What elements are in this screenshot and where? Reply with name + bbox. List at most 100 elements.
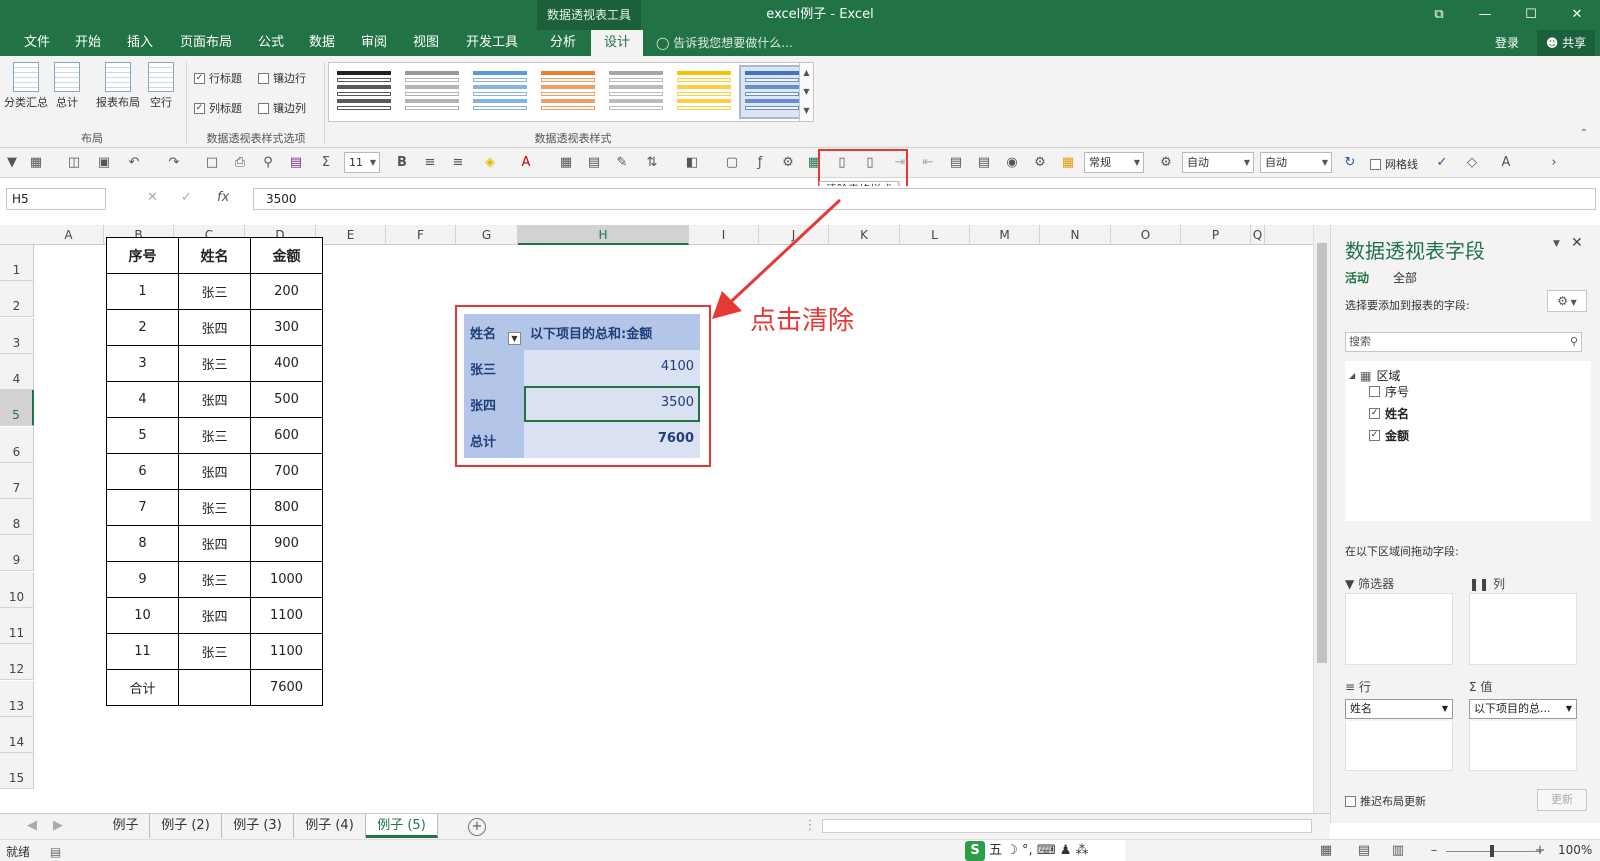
merge-icon[interactable]: ▤	[586, 155, 602, 171]
field-item[interactable]: ✓ 姓名	[1369, 405, 1409, 422]
style-swatch-blue-selected[interactable]	[739, 65, 805, 119]
zoom-level[interactable]: 100%	[1558, 843, 1592, 857]
checkbox-empty-icon[interactable]	[1369, 386, 1380, 397]
sort-icon[interactable]: ⇅	[644, 155, 660, 171]
table-header-cell[interactable]: 序号	[106, 237, 179, 274]
table-cell[interactable]: 1100	[250, 597, 323, 634]
rows-drop-area[interactable]	[1345, 721, 1453, 771]
horizontal-scrollbar[interactable]	[822, 819, 1312, 833]
gallery-up-icon[interactable]: ▲	[800, 63, 813, 82]
table-cell[interactable]: 600	[250, 417, 323, 454]
column-header[interactable]: N	[1040, 225, 1111, 245]
update-button[interactable]: 更新	[1537, 789, 1587, 811]
defer-update-option[interactable]: 推迟布局更新	[1345, 793, 1426, 809]
table-cell[interactable]: 1000	[250, 561, 323, 598]
table-cell[interactable]: 700	[250, 453, 323, 490]
tab-analyze[interactable]: 分析	[537, 30, 589, 56]
page-break-view-icon[interactable]: ▥	[1390, 843, 1406, 859]
login-link[interactable]: 登录	[1495, 30, 1519, 56]
row-header[interactable]: 13	[0, 680, 34, 717]
frame-icon[interactable]: ▢	[724, 155, 740, 171]
table-cell[interactable]: 5	[106, 417, 179, 454]
row-header[interactable]: 4	[0, 353, 34, 390]
table-cell[interactable]: 张三	[178, 417, 251, 454]
pivot-icon[interactable]: ◫	[66, 155, 82, 171]
splitter-icon[interactable]: ⋮	[802, 818, 818, 834]
align-left-icon[interactable]: ≡	[422, 155, 438, 171]
tab-data[interactable]: 数据	[296, 30, 348, 56]
column-header[interactable]: L	[900, 225, 970, 245]
table-header-cell[interactable]: 金额	[250, 237, 323, 274]
field-item[interactable]: ✓ 金额	[1369, 427, 1409, 444]
table-cell[interactable]	[178, 669, 251, 706]
style-swatch-dark[interactable]	[333, 67, 395, 117]
auto-select-2[interactable]: 自动 ▼	[1260, 152, 1332, 173]
table-cell[interactable]: 3	[106, 345, 179, 382]
banded-rows-option[interactable]: 镶边行	[258, 70, 306, 86]
style-swatch-gold[interactable]	[673, 67, 735, 117]
sum-icon[interactable]: Σ	[318, 155, 334, 171]
prev-sheet-icon[interactable]: ◀	[24, 818, 40, 834]
shape-icon[interactable]: ◇	[1464, 155, 1480, 171]
share-button[interactable]: ☻ 共享	[1537, 30, 1595, 56]
table-cell[interactable]: 8	[106, 525, 179, 562]
table-icon[interactable]: ▦	[28, 155, 44, 171]
tell-me-search[interactable]: ◯ 告诉我您想要做什么...	[656, 30, 793, 56]
table-cell[interactable]: 张四	[178, 309, 251, 346]
ime-toolbar[interactable]: S 五 ☽ °, ⌨ ♟ ⁂	[965, 840, 1125, 861]
zoom-slider[interactable]	[1446, 851, 1542, 852]
row-header[interactable]: 11	[0, 608, 34, 644]
table-cell[interactable]: 9	[106, 561, 179, 598]
pane-settings-button[interactable]: ⚙ ▼	[1547, 290, 1587, 312]
paste-icon[interactable]: ⎙	[232, 155, 248, 171]
restore-icon[interactable]: ⧉	[1416, 0, 1462, 30]
enter-icon[interactable]: ✓	[181, 190, 192, 205]
tab-developer[interactable]: 开发工具	[452, 30, 532, 56]
font-style-icon[interactable]: A	[1498, 155, 1514, 171]
table-cell[interactable]: 1100	[250, 633, 323, 670]
column-header[interactable]: O	[1111, 225, 1181, 245]
table-cell[interactable]: 900	[250, 525, 323, 562]
next-sheet-icon[interactable]: ▶	[50, 818, 66, 834]
table-cell[interactable]: 4	[106, 381, 179, 418]
print-preview-icon[interactable]: ⚲	[260, 155, 276, 171]
table-cell[interactable]: 1	[106, 273, 179, 310]
style-swatch-blue[interactable]	[469, 67, 531, 117]
pen-icon[interactable]: ✓	[1434, 155, 1450, 171]
rows-field-item[interactable]: 姓名 ▼	[1345, 699, 1453, 719]
row-header[interactable]: 12	[0, 644, 34, 681]
checkbox-checked-icon[interactable]: ✓	[1369, 408, 1380, 419]
formula-input[interactable]: 3500	[253, 188, 1596, 210]
new-file-icon[interactable]: □	[204, 155, 220, 171]
values-drop-area[interactable]	[1469, 721, 1577, 771]
table-node[interactable]: ◢ ▦ 区域	[1349, 367, 1401, 384]
minimize-icon[interactable]: —	[1462, 0, 1508, 30]
tab-home[interactable]: 开始	[62, 30, 114, 56]
overflow-icon[interactable]: ›	[1546, 155, 1562, 171]
fx-icon[interactable]: fx	[217, 190, 229, 205]
tab-review[interactable]: 审阅	[348, 30, 400, 56]
style-swatch-silver[interactable]	[605, 67, 667, 117]
table-cell[interactable]: 7	[106, 489, 179, 526]
add-sheet-icon[interactable]: +	[468, 818, 486, 836]
vertical-scrollbar[interactable]	[1313, 225, 1330, 813]
gridlines-option[interactable]: 网格线	[1370, 156, 1418, 172]
row-header[interactable]: 2	[0, 281, 34, 318]
table-cell[interactable]: 10	[106, 597, 179, 634]
values-field-item[interactable]: 以下项目的总... ▼	[1469, 699, 1577, 719]
column-header[interactable]: A	[34, 225, 104, 245]
tab-view[interactable]: 视图	[400, 30, 452, 56]
report-layout-button[interactable]: 报表布局	[96, 62, 140, 109]
refresh-data-icon[interactable]: ↻	[1342, 155, 1358, 171]
table-cell[interactable]: 200	[250, 273, 323, 310]
settings-icon[interactable]: ⚙	[1158, 155, 1174, 171]
layout-icon[interactable]: ◧	[684, 155, 700, 171]
save-icon[interactable]: ▤	[288, 155, 304, 171]
scroll-thumb[interactable]	[1317, 243, 1327, 663]
column-header[interactable]: P	[1181, 225, 1251, 245]
tab-formulas[interactable]: 公式	[246, 30, 296, 56]
column-header[interactable]: F	[386, 225, 456, 245]
row-header[interactable]: 14	[0, 716, 34, 753]
font-size-select[interactable]: 11 ▼	[344, 152, 380, 173]
zoom-in-icon[interactable]: +	[1532, 843, 1548, 859]
